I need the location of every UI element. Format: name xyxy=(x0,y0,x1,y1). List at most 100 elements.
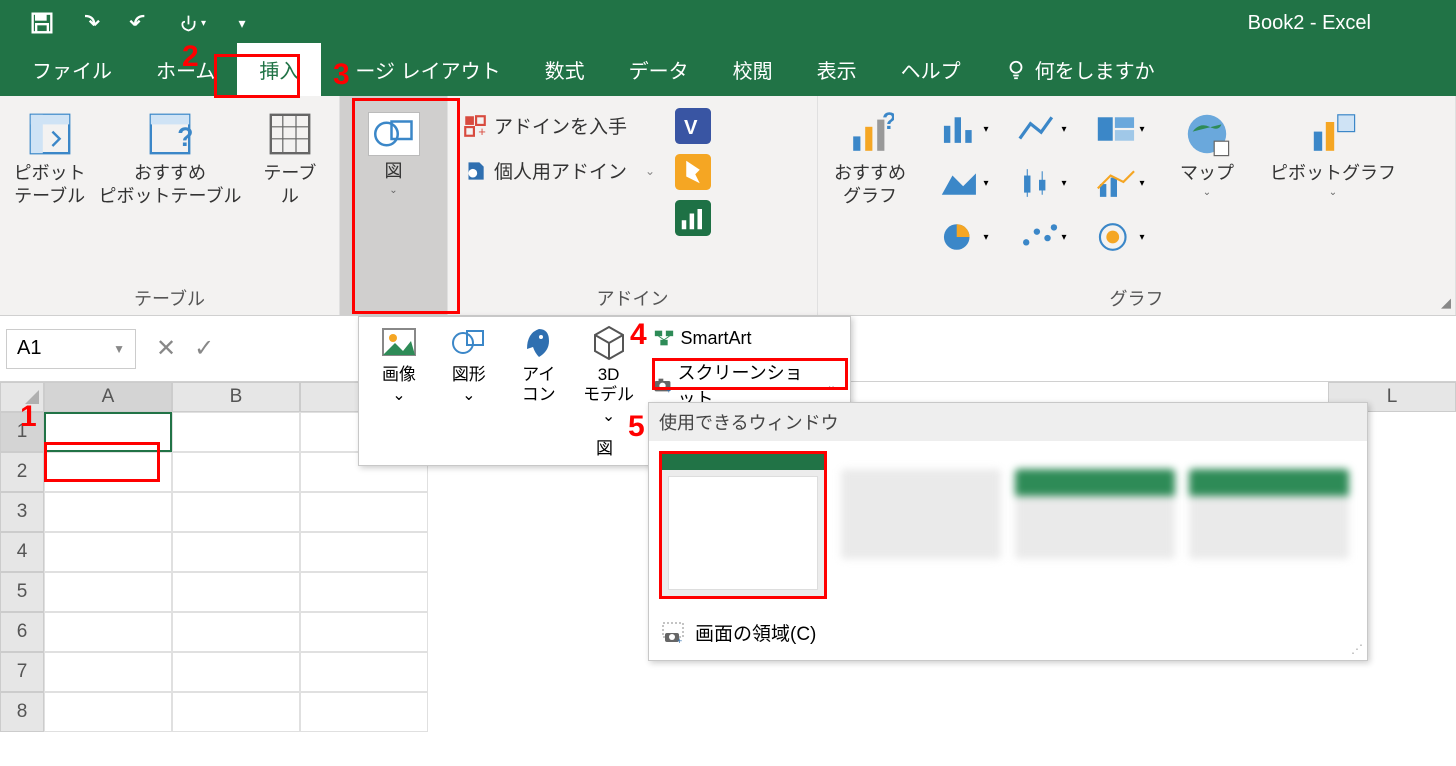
cell-A1[interactable] xyxy=(44,412,172,452)
cell[interactable] xyxy=(300,492,428,532)
dialog-launcher-icon[interactable]: ◢ xyxy=(1441,295,1451,311)
cell[interactable] xyxy=(172,572,300,612)
tab-review[interactable]: 校閲 xyxy=(711,43,795,96)
hierarchy-chart-button[interactable]: ▾ xyxy=(1090,104,1150,154)
resize-grip-icon[interactable]: ⋰ xyxy=(1351,642,1363,656)
recommended-charts-icon: ? xyxy=(846,110,894,158)
row-header-2[interactable]: 2 xyxy=(0,452,44,492)
tab-insert[interactable]: 挿入 xyxy=(237,43,321,96)
illustrations-button[interactable]: 図 ⌄ xyxy=(340,106,447,202)
shapes-icon xyxy=(449,323,489,363)
cell[interactable] xyxy=(44,652,172,692)
annotation-1: 1 xyxy=(20,400,37,434)
table-button[interactable]: テーブル xyxy=(251,104,329,215)
cell[interactable] xyxy=(44,452,172,492)
window-thumbnail-3[interactable] xyxy=(1015,469,1175,559)
window-thumbnail-2[interactable] xyxy=(841,469,1001,559)
illustrations-label: 図 xyxy=(385,160,403,183)
tab-formulas[interactable]: 数式 xyxy=(523,43,607,96)
cell[interactable] xyxy=(172,492,300,532)
cell[interactable] xyxy=(172,412,300,452)
tab-file[interactable]: ファイル xyxy=(10,43,134,96)
pivot-table-icon xyxy=(26,110,74,158)
map-chart-button[interactable]: マップ ⌄ xyxy=(1172,104,1242,204)
col-header-B[interactable]: B xyxy=(172,382,300,412)
window-thumbnail-1[interactable] xyxy=(659,451,827,599)
name-box-value: A1 xyxy=(17,337,41,360)
insert-image-button[interactable]: 画像⌄ xyxy=(367,323,431,426)
tell-me-label: 何をしますか xyxy=(1035,55,1155,84)
row-header-7[interactable]: 7 xyxy=(0,652,44,692)
window-thumbnail-4[interactable] xyxy=(1189,469,1349,559)
name-box[interactable]: A1 ▼ xyxy=(6,329,136,369)
cell[interactable] xyxy=(44,692,172,732)
ribbon-tabs: ファイル ホーム 挿入 ージ レイアウト 数式 データ 校閲 表示 ヘルプ 何を… xyxy=(0,46,1456,96)
undo-icon[interactable] xyxy=(78,9,106,37)
screen-clipping-button[interactable]: + 画面の領域(C) xyxy=(649,609,1367,660)
cell[interactable] xyxy=(172,692,300,732)
tell-me[interactable]: 何をしますか xyxy=(983,43,1177,96)
visio-addin-icon[interactable]: V xyxy=(675,108,711,144)
column-chart-button[interactable]: ▾ xyxy=(934,104,994,154)
cell[interactable] xyxy=(172,452,300,492)
formula-bar-buttons: ✕ ✓ xyxy=(156,334,214,363)
tab-page-layout[interactable]: ージ レイアウト xyxy=(321,43,522,96)
insert-icons-button[interactable]: アイ コン xyxy=(507,323,571,426)
cell[interactable] xyxy=(300,572,428,612)
lightbulb-icon xyxy=(1005,59,1027,81)
insert-icons-label: アイ コン xyxy=(522,365,556,406)
row-header-4[interactable]: 4 xyxy=(0,532,44,572)
cell[interactable] xyxy=(44,612,172,652)
row-header-6[interactable]: 6 xyxy=(0,612,44,652)
bing-addin-icon[interactable] xyxy=(675,154,711,190)
people-graph-addin-icon[interactable] xyxy=(675,200,711,236)
area-chart-button[interactable]: ▾ xyxy=(934,158,994,208)
cell[interactable] xyxy=(172,532,300,572)
icons-icon xyxy=(519,323,559,363)
cell[interactable] xyxy=(300,692,428,732)
enter-icon[interactable]: ✓ xyxy=(194,334,214,363)
insert-shapes-button[interactable]: 図形⌄ xyxy=(437,323,501,426)
get-addins-button[interactable]: + アドインを入手 xyxy=(462,112,655,139)
save-icon[interactable] xyxy=(28,9,56,37)
recommended-charts-button[interactable]: ? おすすめ グラフ xyxy=(828,104,912,215)
my-addins-button[interactable]: 個人用アドイン ⌄ xyxy=(462,157,655,184)
window-title: Book2 - Excel xyxy=(1248,12,1371,35)
pivot-chart-button[interactable]: ピボットグラフ ⌄ xyxy=(1264,104,1402,204)
cell[interactable] xyxy=(44,492,172,532)
smartart-button[interactable]: SmartArt xyxy=(647,325,842,351)
tab-help[interactable]: ヘルプ xyxy=(879,43,983,96)
redo-icon[interactable] xyxy=(128,9,156,37)
surface-chart-button[interactable]: ▾ xyxy=(1090,212,1150,262)
pie-chart-button[interactable]: ▾ xyxy=(934,212,994,262)
row-header-8[interactable]: 8 xyxy=(0,692,44,732)
line-chart-button[interactable]: ▾ xyxy=(1012,104,1072,154)
cell[interactable] xyxy=(44,532,172,572)
recommended-pivot-button[interactable]: ? おすすめ ピボットテーブル xyxy=(97,104,243,215)
chevron-down-icon: ⌄ xyxy=(1203,187,1211,198)
cancel-icon[interactable]: ✕ xyxy=(156,334,176,363)
cell[interactable] xyxy=(300,612,428,652)
svg-text:?: ? xyxy=(882,110,894,135)
table-label: テーブル xyxy=(257,162,323,209)
statistic-chart-button[interactable]: ▾ xyxy=(1012,158,1072,208)
cell[interactable] xyxy=(300,652,428,692)
cell[interactable] xyxy=(300,532,428,572)
tab-view[interactable]: 表示 xyxy=(795,43,879,96)
image-icon xyxy=(379,323,419,363)
tab-data[interactable]: データ xyxy=(607,43,711,96)
screenshot-dropdown: 使用できるウィンドウ + 画面の領域(C) ⋰ xyxy=(648,402,1368,661)
cell[interactable] xyxy=(172,652,300,692)
col-header-A[interactable]: A xyxy=(44,382,172,412)
cell[interactable] xyxy=(44,572,172,612)
cell[interactable] xyxy=(172,612,300,652)
combo-chart-button[interactable]: ▾ xyxy=(1090,158,1150,208)
qat-customize-icon[interactable]: ▾ xyxy=(228,9,256,37)
recommended-pivot-icon: ? xyxy=(146,110,194,158)
scatter-chart-button[interactable]: ▾ xyxy=(1012,212,1072,262)
touch-mode-icon[interactable]: ▾ xyxy=(178,9,206,37)
row-header-5[interactable]: 5 xyxy=(0,572,44,612)
row-header-3[interactable]: 3 xyxy=(0,492,44,532)
camera-clip-icon: + xyxy=(661,621,685,645)
pivot-table-button[interactable]: ピボット テーブル xyxy=(10,104,89,215)
